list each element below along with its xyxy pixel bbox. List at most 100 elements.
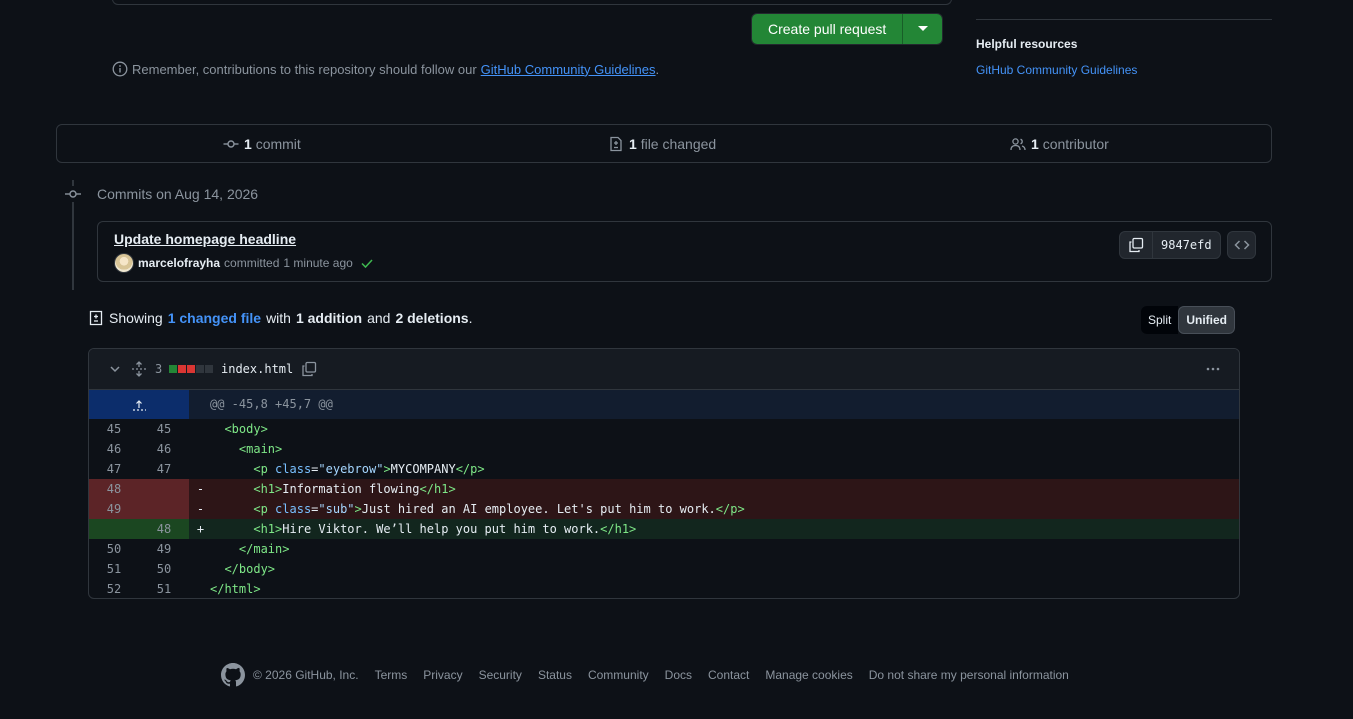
diffstat-added-block	[169, 365, 177, 373]
sidebar-guidelines-link[interactable]: GitHub Community Guidelines	[976, 63, 1137, 77]
line-numbers: 52 51	[89, 579, 189, 598]
diff-sign	[189, 559, 210, 579]
new-line-number[interactable]	[139, 479, 189, 499]
collapse-file-button[interactable]	[107, 349, 123, 389]
code-token: <p	[253, 502, 268, 516]
code-token: </p>	[715, 502, 745, 516]
commit-meta: marcelofrayha committed 1 minute ago	[114, 253, 375, 273]
github-logo-icon[interactable]	[221, 663, 245, 687]
deletions-count: 2 deletions	[395, 310, 469, 326]
old-line-number[interactable]: 46	[89, 439, 139, 459]
line-numbers: 48	[89, 519, 189, 539]
expand-up-button[interactable]	[89, 390, 189, 419]
code-token: </body>	[224, 562, 276, 576]
commit-author-link[interactable]: marcelofrayha	[138, 256, 220, 270]
old-line-number[interactable]: 45	[89, 419, 139, 439]
old-line-number[interactable]: 51	[89, 559, 139, 579]
file-diff-icon	[89, 310, 103, 326]
copy-file-path-button[interactable]	[301, 349, 317, 389]
footer-link-manage-cookies[interactable]: Manage cookies	[765, 668, 852, 682]
check-icon[interactable]	[359, 255, 375, 271]
diff-code: </body>	[210, 559, 275, 579]
avatar[interactable]	[114, 253, 134, 273]
copy-sha-button[interactable]	[1120, 232, 1153, 258]
expand-all-button[interactable]	[131, 349, 147, 389]
changed-files-link[interactable]: 1 changed file	[168, 310, 261, 326]
diff-sign: -	[196, 482, 205, 496]
diff-code: <h1>Hire Viktor. We’ll help you put him …	[210, 519, 636, 539]
new-line-number[interactable]: 50	[139, 559, 189, 579]
diffstat	[169, 349, 213, 389]
diff-line-context: 51 50 </body>	[89, 559, 1239, 579]
footer-link-status[interactable]: Status	[538, 668, 572, 682]
code-token: >	[383, 462, 391, 476]
diff-line-context: 50 49 </main>	[89, 539, 1239, 559]
diff-code: <main>	[210, 439, 282, 459]
browse-repo-button[interactable]	[1227, 231, 1256, 259]
new-line-number[interactable]	[139, 499, 189, 519]
contributors-stat[interactable]: 1 contributor	[1010, 136, 1109, 152]
create-pr-button-group: Create pull request	[751, 13, 944, 45]
footer-link-security[interactable]: Security	[479, 668, 522, 682]
file-options-button[interactable]	[1205, 349, 1221, 389]
old-line-number[interactable]: 49	[89, 499, 139, 519]
old-line-number[interactable]: 50	[89, 539, 139, 559]
diff-sign	[189, 419, 210, 439]
code-token: <h1>	[253, 522, 283, 536]
new-line-number[interactable]: 46	[139, 439, 189, 459]
additions-count: 1 addition	[295, 310, 363, 326]
chevron-down-icon	[110, 366, 120, 373]
commit-title-link[interactable]: Update homepage headline	[114, 231, 296, 247]
old-line-number[interactable]: 47	[89, 459, 139, 479]
diff-sign: +	[196, 522, 205, 536]
kebab-horizontal-icon	[1206, 367, 1220, 371]
diff-file-name[interactable]: index.html	[221, 349, 293, 389]
diff-line-context: 46 46 <main>	[89, 439, 1239, 459]
footer-link-do-not-share-my-personal-information[interactable]: Do not share my personal information	[869, 668, 1069, 682]
create-pull-request-button[interactable]: Create pull request	[752, 14, 903, 44]
compare-stats-bar: 1 commit 1 file changed 1 contributor	[56, 124, 1272, 163]
create-pr-dropdown-button[interactable]	[902, 14, 943, 44]
line-numbers: 46 46	[89, 439, 189, 459]
new-line-number[interactable]: 51	[139, 579, 189, 598]
diff-changes-count: 3	[155, 362, 163, 376]
split-view-button[interactable]: Split	[1141, 306, 1179, 334]
community-guidelines-link[interactable]: GitHub Community Guidelines	[481, 62, 656, 77]
code-token: </p>	[455, 462, 485, 476]
diff-sign	[189, 539, 210, 559]
footer-link-contact[interactable]: Contact	[708, 668, 749, 682]
unified-view-button[interactable]: Unified	[1178, 306, 1236, 334]
code-token: <h1>	[253, 482, 283, 496]
fold-up-icon	[133, 399, 146, 411]
new-line-number[interactable]: 47	[139, 459, 189, 479]
helpful-resources-title: Helpful resources	[976, 37, 1078, 51]
footer-link-privacy[interactable]: Privacy	[423, 668, 462, 682]
code-token: "sub"	[318, 502, 355, 516]
footer-link-community[interactable]: Community	[588, 668, 649, 682]
footer-link-docs[interactable]: Docs	[665, 668, 692, 682]
line-numbers: 47 47	[89, 459, 189, 479]
commit-sha-link[interactable]: 9847efd	[1153, 232, 1220, 258]
diff-table: @@ -45,8 +45,7 @@ 45 45 <body> 46 46 <main>…	[89, 390, 1239, 598]
old-line-number[interactable]: 52	[89, 579, 139, 598]
contributors-count: 1	[1031, 135, 1039, 152]
old-line-number[interactable]: 48	[89, 479, 139, 499]
commits-stat[interactable]: 1 commit	[223, 136, 301, 152]
new-line-number[interactable]: 49	[139, 539, 189, 559]
old-line-number[interactable]	[89, 519, 139, 539]
summary-period: .	[468, 310, 473, 326]
files-changed-stat[interactable]: 1 file changed	[608, 136, 716, 152]
footer-link-terms[interactable]: Terms	[375, 668, 408, 682]
line-numbers: 45 45	[89, 419, 189, 439]
new-line-number[interactable]: 45	[139, 419, 189, 439]
diff-hunk-row: @@ -45,8 +45,7 @@	[89, 390, 1239, 419]
commit-time: 1 minute ago	[283, 256, 353, 270]
git-commit-icon	[223, 139, 239, 148]
code-token: </html>	[210, 582, 261, 596]
hunk-header: @@ -45,8 +45,7 @@	[210, 397, 333, 411]
new-line-number[interactable]: 48	[139, 519, 189, 539]
diff-line-context: 47 47 <p class="eyebrow">MYCOMPANY</p>	[89, 459, 1239, 479]
